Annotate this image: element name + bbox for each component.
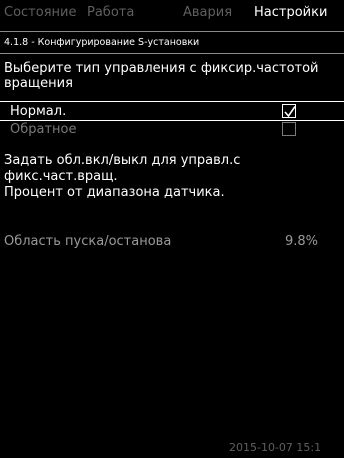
menu-path: 4.1.8 - Конфигурирование S-установки [4,37,200,48]
option-inverse-label: Обратное [10,122,77,137]
header-divider [0,31,344,32]
info-text: Задать обл.вкл/выкл для управл.с фикс.ча… [4,153,240,201]
option-normal[interactable]: Нормал. [0,101,344,121]
info-line-3: Процент от диапазона датчика. [4,185,225,200]
tab-bar: Состояние Работа Авария Настройки [0,0,344,26]
tab-status[interactable]: Состояние [4,5,76,20]
option-inverse[interactable]: Обратное [0,120,344,140]
start-stop-band-value[interactable]: 9.8% [285,234,318,249]
option-inverse-checkbox[interactable] [282,122,296,136]
tab-alarm[interactable]: Авария [183,5,232,20]
checkmark-icon [284,106,296,118]
control-type-question: Выберите тип управления с фиксир.частото… [4,61,319,91]
tab-operation[interactable]: Работа [87,5,134,20]
info-line-1: Задать обл.вкл/выкл для управл.с [4,153,241,168]
tab-settings[interactable]: Настройки [254,5,327,20]
start-stop-band-label[interactable]: Область пуска/останова [4,234,171,249]
timestamp: 2015-10-07 15:1 [229,441,322,454]
option-normal-label: Нормал. [10,104,67,119]
menu-divider [0,53,344,54]
display-screen: Состояние Работа Авария Настройки 4.1.8 … [0,0,344,458]
info-line-2: фикс.част.вращ. [4,169,118,184]
option-normal-checkbox[interactable] [282,104,296,118]
